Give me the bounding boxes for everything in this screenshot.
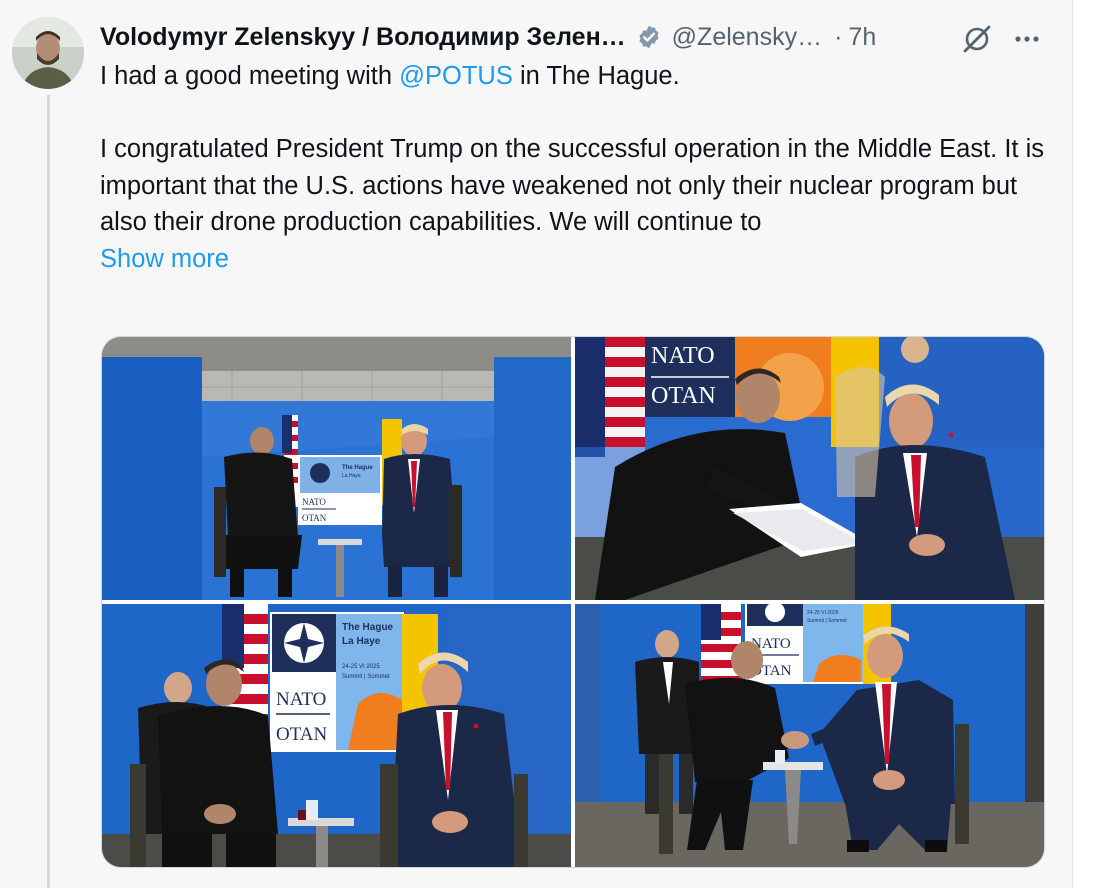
photo3-summit: Summit | Sommet	[342, 674, 390, 680]
photo3-org-fr: OTAN	[276, 724, 328, 745]
photo3-backdrop-subtitle: La Haye	[342, 636, 381, 647]
timestamp[interactable]: 7h	[848, 23, 876, 52]
show-more-link[interactable]: Show more	[100, 241, 229, 278]
photo3-backdrop-title: The Hague	[342, 622, 394, 633]
tweet-text-prefix: I had a good meeting with	[100, 62, 400, 90]
grok-icon[interactable]	[960, 22, 994, 56]
avatar[interactable]	[12, 17, 84, 89]
photo1-org-en: NATO	[302, 497, 326, 507]
thread-line	[47, 95, 50, 888]
verified-badge-icon[interactable]	[636, 24, 662, 50]
photo1-backdrop-subtitle: La Haye	[342, 473, 361, 479]
tweet-header: Volodymyr Zelenskyy / Володимир Зелен… @…	[100, 18, 876, 56]
photo4-summit: Summit | Sommet	[807, 618, 847, 624]
tweet-card[interactable]: Volodymyr Zelenskyy / Володимир Зелен… @…	[0, 0, 1073, 888]
tweet-text: I had a good meeting with @POTUS in The …	[100, 58, 1050, 277]
photo4-dates: 24-25 VI 2025	[807, 610, 839, 616]
photo1-org-fr: OTAN	[302, 513, 327, 523]
more-options-icon[interactable]	[1010, 22, 1044, 56]
tweet-line-1: I had a good meeting with @POTUS in The …	[100, 58, 1050, 95]
media-photo-4[interactable]: 24-25 VI 2025 Summit | Sommet NATO OTAN	[575, 604, 1044, 867]
media-photo-1[interactable]: The Hague La Haye NATO OTAN	[102, 337, 571, 600]
photo3-dates: 24-25 VI 2025	[342, 664, 380, 670]
media-photo-2[interactable]: NATO OTAN	[575, 337, 1044, 600]
tweet-paragraph-2: I congratulated President Trump on the s…	[100, 135, 1045, 236]
photo2-org-en: NATO	[651, 343, 715, 369]
mention-link[interactable]: @POTUS	[399, 62, 513, 90]
photo1-backdrop-title: The Hague	[342, 465, 373, 471]
avatar-image	[12, 17, 84, 89]
media-grid: The Hague La Haye NATO OTAN NATO OTAN Th…	[101, 336, 1045, 868]
separator-dot: ·	[834, 22, 843, 51]
photo2-org-fr: OTAN	[651, 383, 716, 409]
tweet-text-suffix: in The Hague.	[512, 62, 680, 90]
author-name[interactable]: Volodymyr Zelenskyy / Володимир Зелен…	[100, 23, 626, 52]
photo3-org-en: NATO	[276, 689, 326, 710]
author-handle[interactable]: @Zelensky…	[672, 23, 822, 52]
media-photo-3[interactable]: The Hague La Haye 24-25 VI 2025 Summit |…	[102, 604, 571, 867]
